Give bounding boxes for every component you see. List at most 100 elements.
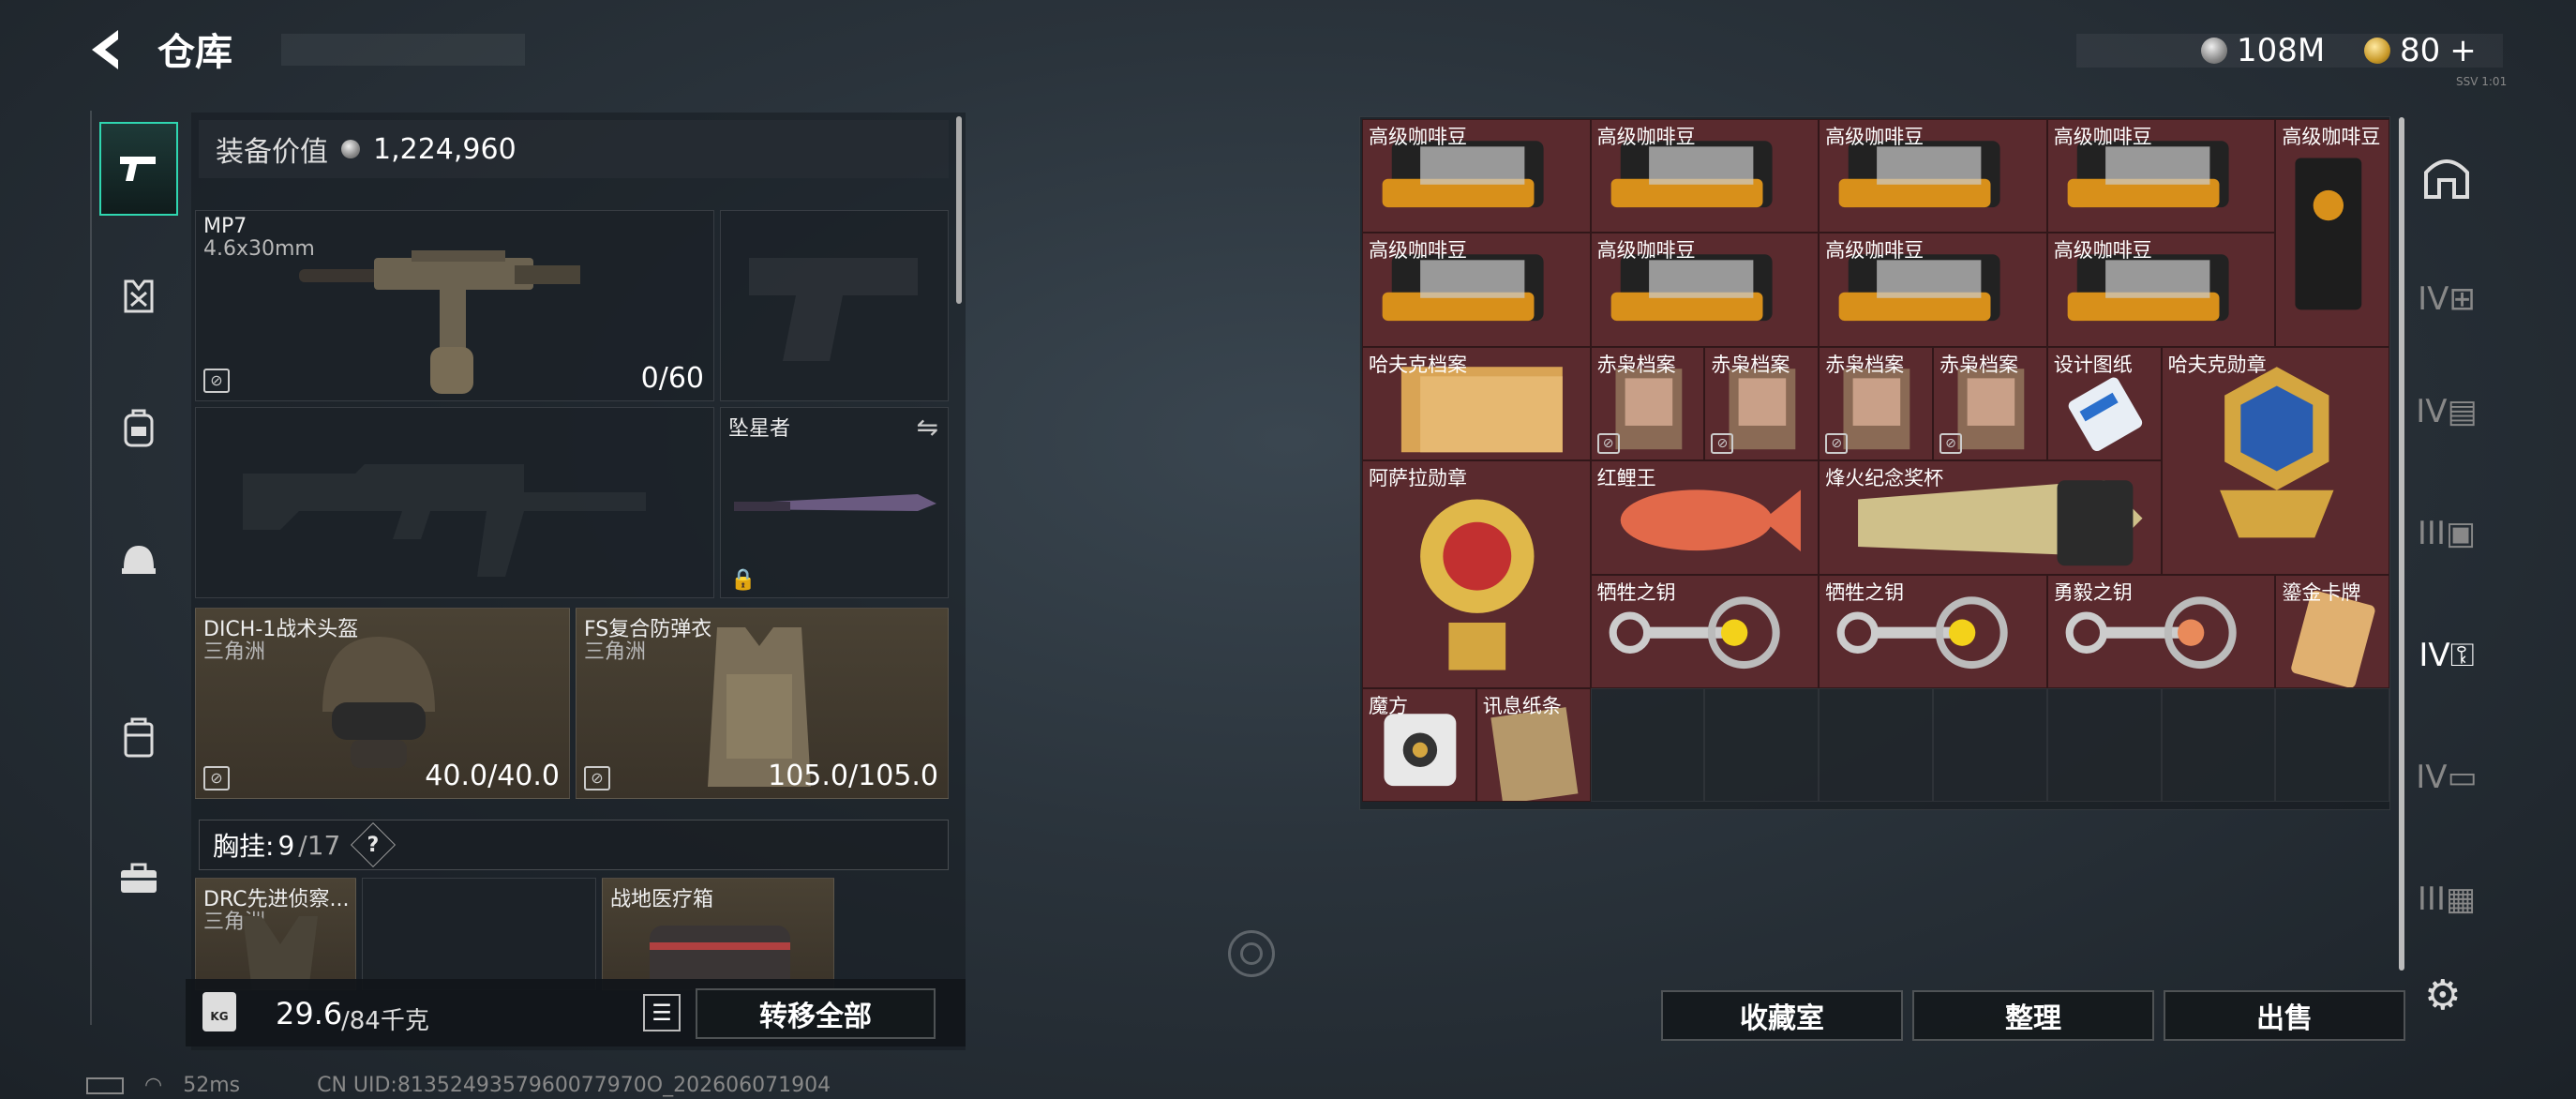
storage-item[interactable]: 红鲤王 bbox=[1590, 460, 1820, 575]
storage-item[interactable]: 烽火纪念奖杯 bbox=[1819, 460, 2162, 575]
weight-current: 29.6 bbox=[276, 996, 343, 1031]
rig-slot-empty[interactable] bbox=[362, 878, 596, 990]
storage-tab-iv-card[interactable]: IV▭ bbox=[2404, 735, 2489, 820]
armor-durability: 105.0/105.0 bbox=[768, 760, 938, 792]
nav-case[interactable] bbox=[99, 692, 178, 782]
add-gold-button[interactable]: + bbox=[2449, 32, 2477, 69]
helmet-icon bbox=[122, 546, 156, 574]
storage-item[interactable]: 哈夫克档案 bbox=[1362, 346, 1591, 461]
melee-slot[interactable]: 坠星者 ⇋ 🔒 bbox=[720, 407, 949, 598]
storage-item[interactable]: 设计图纸 bbox=[2046, 346, 2162, 461]
weight-bar: KG 29.6 /84千克 ☰ 转移全部 bbox=[186, 979, 966, 1046]
helmet-faction: 三角洲 bbox=[203, 640, 266, 664]
storage-item[interactable]: 高级咖啡豆 bbox=[2275, 119, 2390, 347]
rig-count: 9 bbox=[277, 829, 295, 861]
storage-item[interactable]: 牺牲之钥 bbox=[1590, 574, 1820, 688]
storage-item[interactable]: 高级咖啡豆 bbox=[1590, 233, 1820, 347]
storage-item[interactable]: 高级咖啡豆 bbox=[2046, 119, 2276, 233]
help-icon[interactable]: ? bbox=[351, 821, 397, 868]
storage-item[interactable]: 鎏金卡牌 bbox=[2275, 574, 2390, 688]
loadout-scrollbar[interactable] bbox=[956, 116, 962, 304]
top-bar: 仓库 108M 80 + SSV 1:01 bbox=[0, 0, 2576, 103]
rifle-silhouette bbox=[243, 464, 646, 577]
storage-tab-iv-key[interactable]: IV⚿ bbox=[2404, 613, 2489, 698]
secondary-weapon-slot[interactable] bbox=[720, 210, 949, 401]
helmet-slot[interactable]: DICH-1战术头盔 三角洲 ⊘ 40.0/40.0 bbox=[195, 608, 570, 799]
storage-cell-empty[interactable] bbox=[1819, 688, 1933, 803]
storage-tab-iv-add[interactable]: IV⊞ bbox=[2404, 257, 2489, 341]
storage-iii-icon: III▣ bbox=[2417, 515, 2477, 552]
safehouse-tab[interactable] bbox=[2404, 135, 2489, 219]
storage-cell-empty[interactable] bbox=[1933, 688, 2047, 803]
transfer-all-button[interactable]: 转移全部 bbox=[696, 988, 936, 1039]
nav-helmet[interactable] bbox=[99, 514, 178, 604]
storage-item[interactable]: 高级咖啡豆 bbox=[1362, 233, 1591, 347]
storage-item[interactable]: 魔方 bbox=[1362, 688, 1476, 803]
nav-weapon[interactable] bbox=[99, 122, 178, 216]
loadout-panel: 装备价值 1,224,960 MP7 4.6x30mm ⊘ 0/60 坠星者 ⇋… bbox=[186, 113, 969, 1050]
rig-item[interactable]: 战地医疗箱 bbox=[602, 878, 834, 990]
primary-weapon-slot-2[interactable] bbox=[195, 407, 714, 598]
no-insure-icon: ⊘ bbox=[1825, 433, 1849, 455]
sort-button[interactable]: 整理 bbox=[1912, 990, 2154, 1041]
armor-faction: 三角洲 bbox=[584, 640, 647, 664]
center-marker-icon bbox=[1228, 930, 1275, 977]
storage-item[interactable]: 讯息纸条 bbox=[1475, 688, 1591, 803]
storage-cell-empty[interactable] bbox=[2046, 688, 2162, 803]
storage-item[interactable]: 高级咖啡豆 bbox=[2046, 233, 2276, 347]
gold-currency[interactable]: 80 + bbox=[2364, 32, 2477, 69]
armor-slot[interactable]: FS复合防弹衣 三角洲 ⊘ 105.0/105.0 bbox=[576, 608, 949, 799]
swap-icon[interactable]: ⇋ bbox=[917, 412, 938, 443]
collection-room-button[interactable]: 收藏室 bbox=[1661, 990, 1903, 1041]
no-insure-icon: ⊘ bbox=[1711, 433, 1734, 455]
settings-gear-icon[interactable]: ⚙ bbox=[2424, 971, 2461, 1019]
storage-item[interactable]: 哈夫克勋章 bbox=[2161, 346, 2390, 575]
storage-iv-add-icon: IV⊞ bbox=[2418, 280, 2476, 318]
storage-cell-empty[interactable] bbox=[2161, 688, 2276, 803]
silver-currency[interactable]: 108M bbox=[2201, 32, 2325, 69]
list-icon[interactable]: ☰ bbox=[643, 994, 681, 1031]
nav-backpack[interactable] bbox=[99, 383, 178, 473]
rig-item[interactable]: DRC先进侦察... 三角洲 bbox=[195, 878, 356, 990]
item-label: 设计图纸 bbox=[2053, 353, 2133, 376]
wifi-icon: ◠ bbox=[144, 1074, 163, 1097]
weapon-ammo: 0/60 bbox=[640, 362, 704, 395]
item-label: 鎏金卡牌 bbox=[2282, 580, 2361, 604]
storage-grid: 高级咖啡豆 高级咖啡豆 高级咖啡豆 高级咖啡豆 高级咖啡豆 高级咖啡豆 高级咖啡豆 高级咖啡豆… bbox=[1362, 119, 2393, 813]
storage-tab-iii-box[interactable]: III▦ bbox=[2404, 857, 2489, 941]
version-tag: SSV 1:01 bbox=[2456, 75, 2508, 88]
storage-item[interactable]: 勇毅之钥 bbox=[2046, 574, 2276, 688]
item-label: 高级咖啡豆 bbox=[1825, 126, 1925, 148]
storage-item[interactable]: 阿萨拉勋章 bbox=[1362, 460, 1591, 688]
item-label: 烽火纪念奖杯 bbox=[1825, 467, 1944, 490]
back-arrow-icon[interactable] bbox=[84, 26, 141, 79]
storage-item[interactable]: 高级咖啡豆 bbox=[1362, 119, 1591, 233]
storage-item[interactable]: 牺牲之钥 bbox=[1819, 574, 2047, 688]
storage-item[interactable]: 赤枭档案 ⊘ bbox=[1590, 346, 1705, 461]
storage-item[interactable]: 高级咖啡豆 bbox=[1590, 119, 1820, 233]
storage-tab-iv-folder[interactable]: IV▤ bbox=[2404, 369, 2489, 454]
pistol-icon bbox=[120, 157, 156, 181]
storage-cell-empty[interactable] bbox=[1590, 688, 1705, 803]
sell-button[interactable]: 出售 bbox=[2164, 990, 2405, 1041]
storage-cell-empty[interactable] bbox=[2275, 688, 2390, 803]
item-image bbox=[2295, 158, 2362, 310]
storage-item[interactable]: 赤枭档案 ⊘ bbox=[1819, 346, 1933, 461]
item-label: 赤枭档案 bbox=[1939, 353, 2018, 376]
rig-total: /17 bbox=[298, 829, 341, 861]
nav-toolbox[interactable] bbox=[99, 833, 178, 923]
chest-rig-header: 胸挂: 9 /17 ? bbox=[199, 820, 949, 870]
storage-item[interactable]: 赤枭档案 ⊘ bbox=[1933, 346, 2047, 461]
gold-coin-icon bbox=[2364, 38, 2390, 64]
storage-cell-empty[interactable] bbox=[1704, 688, 1820, 803]
case-icon bbox=[124, 717, 154, 758]
storage-tab-iii[interactable]: III▣ bbox=[2404, 491, 2489, 576]
storage-item[interactable]: 高级咖啡豆 bbox=[1819, 119, 2047, 233]
storage-iv-card-icon: IV▭ bbox=[2416, 759, 2478, 796]
storage-item[interactable]: 赤枭档案 ⊘ bbox=[1704, 346, 1820, 461]
nav-vest[interactable] bbox=[99, 251, 178, 341]
right-nav: IV⊞ IV▤ III▣ IV⚿ IV▭ III▦ bbox=[2404, 116, 2489, 960]
knife-image bbox=[734, 494, 936, 511]
primary-weapon-slot[interactable]: MP7 4.6x30mm ⊘ 0/60 bbox=[195, 210, 714, 401]
storage-item[interactable]: 高级咖啡豆 bbox=[1819, 233, 2047, 347]
